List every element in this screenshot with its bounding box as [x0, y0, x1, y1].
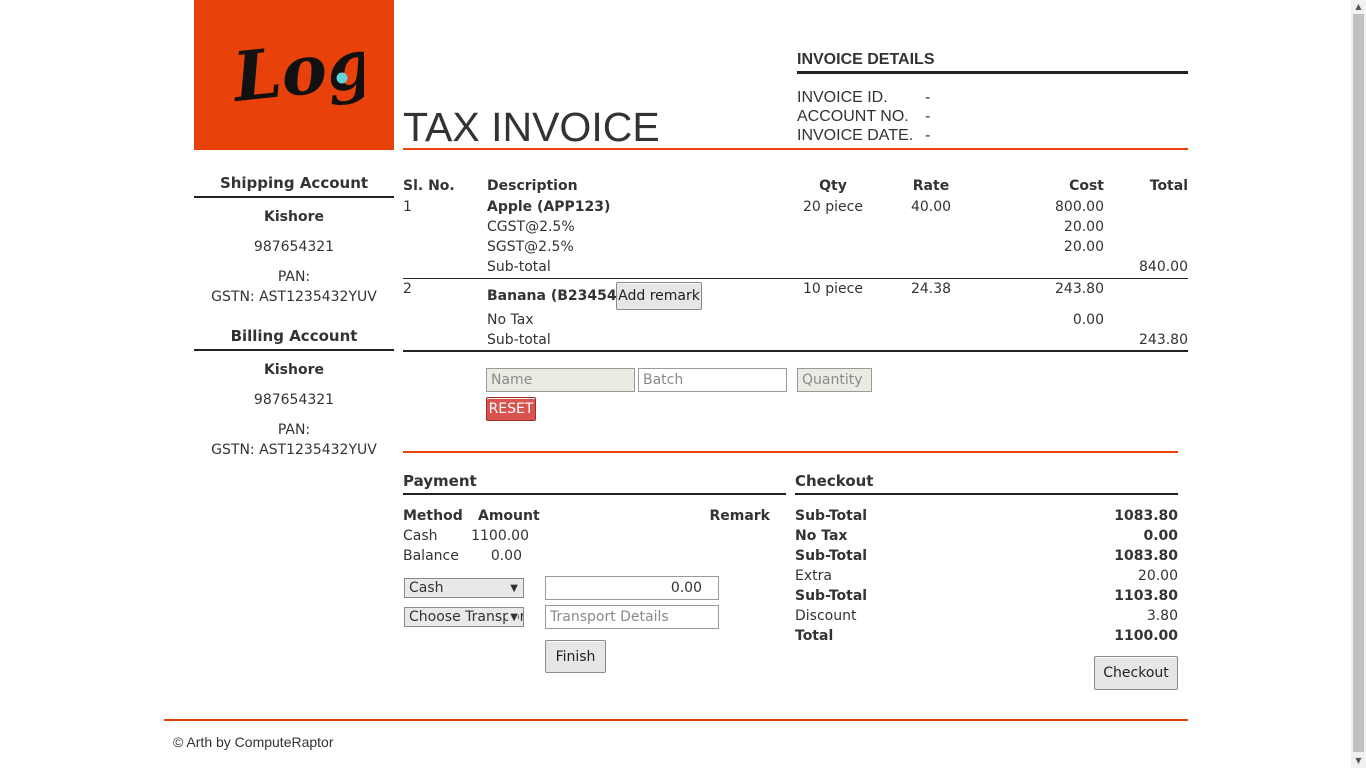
logo: Logo	[194, 0, 394, 150]
item-2-tax-1-label: No Tax	[487, 312, 534, 328]
payment-row-1-method: Cash	[403, 528, 438, 544]
invoice-details-title: INVOICE DETAILS	[797, 51, 935, 68]
chevron-down-icon: ▼	[510, 582, 518, 594]
invoice-id-label: INVOICE ID.	[797, 89, 888, 106]
transport-select[interactable]: Choose Transport ▼	[404, 607, 524, 627]
logo-text: Logo	[228, 19, 364, 118]
header-divider	[403, 148, 1188, 150]
checkout-row-label: No Tax	[795, 528, 848, 544]
logo-dot	[336, 72, 348, 84]
item-1-rate: 40.00	[910, 199, 952, 215]
checkout-row-value: 0.00	[1143, 528, 1178, 544]
scroll-down-icon[interactable]: ▼	[1351, 754, 1366, 768]
item-name-input[interactable]	[486, 368, 635, 392]
billing-phone: 987654321	[253, 392, 335, 408]
details-divider	[797, 71, 1188, 74]
item-1-tax-2-cost: 20.00	[1063, 239, 1104, 255]
col-header-slno: Sl. No.	[403, 178, 455, 194]
item-2-slno: 2	[403, 281, 412, 297]
payment-col-method: Method	[403, 508, 463, 524]
invoice-id-value: -	[925, 89, 931, 106]
item-2-name: Banana (B23454)	[487, 288, 623, 304]
item-2-cost: 243.80	[1055, 281, 1104, 297]
checkout-row-value: 20.00	[1137, 568, 1178, 584]
chevron-down-icon: ▼	[508, 611, 518, 623]
item-batch-input[interactable]	[638, 368, 787, 392]
row-divider	[403, 278, 1188, 279]
payment-row-2-amount: 0.00	[490, 548, 522, 564]
transport-details-input[interactable]	[545, 605, 719, 629]
checkout-row-label: Sub-Total	[795, 508, 868, 524]
item-2-subtotal-label: Sub-total	[487, 332, 551, 348]
checkout-row-value: 3.80	[1146, 608, 1178, 624]
item-1-tax-1-label: CGST@2.5%	[487, 219, 575, 235]
item-1-subtotal: 840.00	[1139, 259, 1188, 275]
billing-name: Kishore	[264, 362, 324, 378]
payment-col-amount: Amount	[478, 508, 540, 524]
item-quantity-input[interactable]	[797, 368, 872, 392]
item-1-cost: 800.00	[1055, 199, 1104, 215]
item-1-qty: 20 piece	[803, 199, 863, 215]
billing-gstn: GSTN: AST1235432YUV	[211, 442, 377, 458]
finish-button[interactable]: Finish	[545, 640, 606, 673]
checkout-row-value: 1083.80	[1114, 508, 1178, 524]
col-header-qty: Qty	[819, 178, 847, 194]
checkout-row-value: 1083.80	[1114, 548, 1178, 564]
item-2-tax-1-cost: 0.00	[1072, 312, 1104, 328]
footer-copyright: © Arth by ComputeRaptor	[173, 734, 334, 750]
item-1-tax-2-label: SGST@2.5%	[487, 239, 574, 255]
transport-select-value: Choose Transport	[409, 609, 524, 625]
checkout-heading: Checkout	[795, 472, 874, 490]
table-bottom-divider	[403, 350, 1188, 352]
scroll-up-icon[interactable]: ▲	[1351, 0, 1366, 14]
shipping-phone: 987654321	[253, 239, 335, 255]
scrollbar-thumb[interactable]	[1353, 14, 1364, 752]
billing-divider	[194, 349, 394, 351]
reset-button[interactable]: RESET	[486, 397, 536, 421]
shipping-gstn: GSTN: AST1235432YUV	[211, 289, 377, 305]
item-1-tax-1-cost: 20.00	[1063, 219, 1104, 235]
item-1-name: Apple (APP123)	[487, 199, 611, 215]
payment-row-2-method: Balance	[403, 548, 459, 564]
logo-mark: Logo	[228, 19, 364, 118]
shipping-divider	[194, 196, 394, 198]
payment-amount-input[interactable]	[545, 576, 719, 600]
item-2-rate: 24.38	[910, 281, 952, 297]
account-no-value: -	[925, 108, 931, 125]
checkout-total-value: 1100.00	[1114, 628, 1178, 644]
billing-pan: PAN:	[277, 422, 311, 438]
account-no-label: ACCOUNT NO.	[797, 108, 909, 125]
col-header-description: Description	[487, 178, 578, 194]
checkout-button[interactable]: Checkout	[1094, 656, 1178, 690]
checkout-row-label: Sub-Total	[795, 588, 868, 604]
checkout-row-label: Extra	[795, 568, 832, 584]
checkout-row-label: Sub-Total	[795, 548, 868, 564]
shipping-account-heading: Shipping Account	[219, 174, 369, 192]
footer-divider	[164, 719, 1188, 721]
checkout-total-label: Total	[795, 628, 834, 644]
payment-heading: Payment	[403, 472, 477, 490]
checkout-row-value: 1103.80	[1114, 588, 1178, 604]
section-divider	[403, 451, 1178, 453]
item-2-qty: 10 piece	[803, 281, 863, 297]
billing-account-heading: Billing Account	[230, 327, 358, 345]
page-title: TAX INVOICE	[403, 104, 660, 150]
checkout-divider	[795, 493, 1178, 495]
invoice-date-label: INVOICE DATE.	[797, 127, 914, 144]
item-1-subtotal-label: Sub-total	[487, 259, 551, 275]
item-2-subtotal: 243.80	[1139, 332, 1188, 348]
payment-method-select[interactable]: Cash ▼	[404, 578, 524, 598]
payment-col-remark: Remark	[709, 508, 770, 524]
shipping-pan: PAN:	[277, 269, 311, 285]
payment-divider	[403, 493, 786, 495]
checkout-row-label: Discount	[795, 608, 857, 624]
add-remark-button[interactable]: Add remark	[616, 282, 702, 310]
payment-method-select-value: Cash	[409, 580, 444, 596]
shipping-name: Kishore	[264, 209, 324, 225]
item-1-slno: 1	[403, 199, 412, 215]
payment-row-1-amount: 1100.00	[471, 528, 529, 544]
col-header-total: Total	[1149, 178, 1188, 194]
col-header-rate: Rate	[912, 178, 950, 194]
invoice-date-value: -	[925, 127, 931, 144]
